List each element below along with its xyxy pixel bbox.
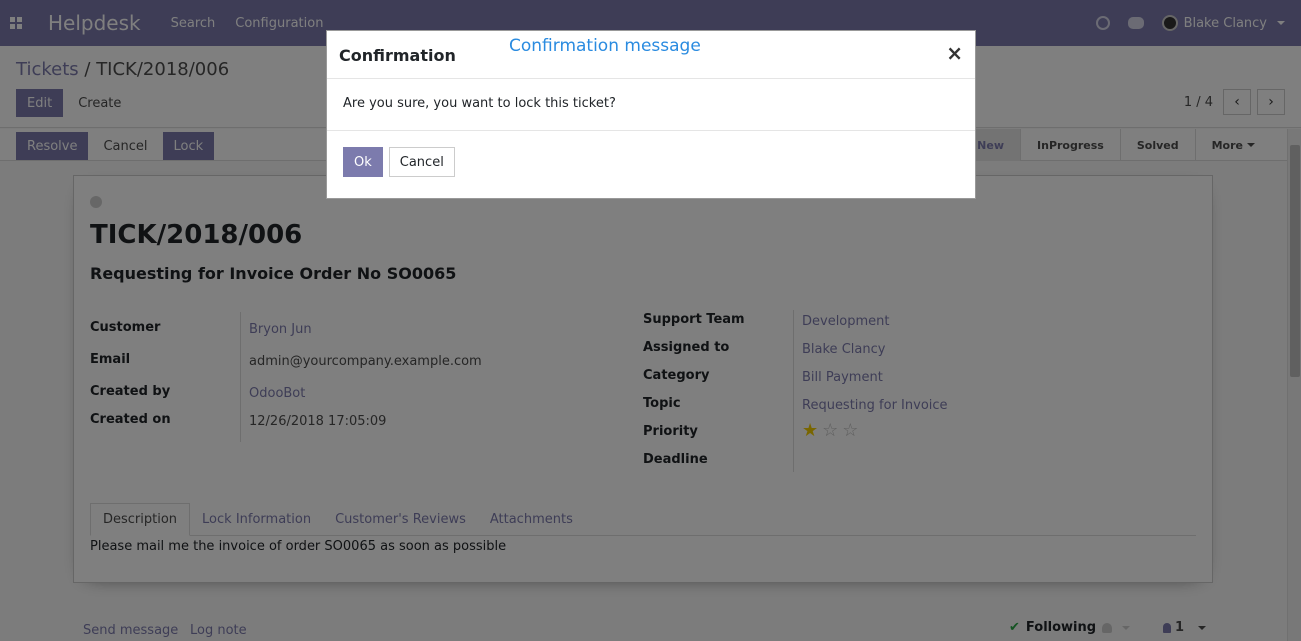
- close-icon[interactable]: ×: [946, 41, 963, 65]
- dialog-header: Confirmation Confirmation message ×: [327, 31, 975, 79]
- dialog-body: Are you sure, you want to lock this tick…: [327, 79, 975, 131]
- dialog-footer: Ok Cancel: [327, 131, 975, 177]
- dialog-annotation: Confirmation message: [509, 36, 701, 56]
- confirmation-dialog: Confirmation Confirmation message × Are …: [326, 30, 976, 199]
- cancel-button[interactable]: Cancel: [388, 147, 455, 177]
- dialog-title: Confirmation: [339, 46, 456, 65]
- ok-button[interactable]: Ok: [343, 147, 383, 177]
